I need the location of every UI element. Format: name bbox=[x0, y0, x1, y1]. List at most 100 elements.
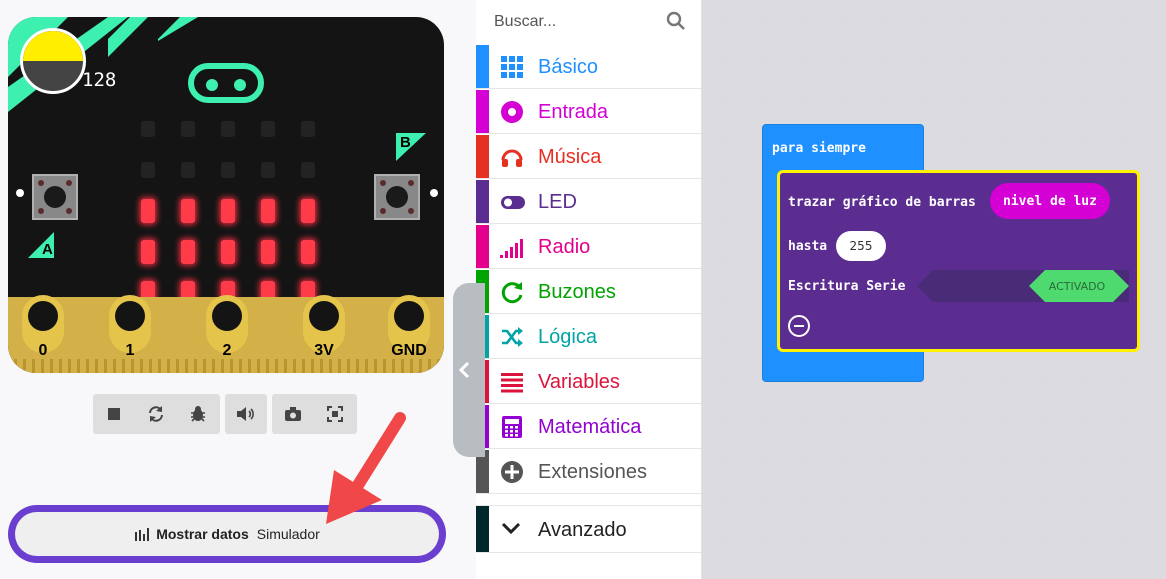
pin-label: 2 bbox=[222, 342, 232, 359]
category-stripe bbox=[476, 225, 489, 268]
category-stripe bbox=[476, 135, 489, 178]
category-logica[interactable]: Lógica bbox=[476, 315, 701, 359]
category-radio[interactable]: Radio bbox=[476, 225, 701, 269]
category-label: Música bbox=[538, 146, 602, 168]
category-buzones[interactable]: Buzones bbox=[476, 270, 701, 314]
plot-bar-graph-block[interactable]: trazar gráfico de barras nivel de luz ha… bbox=[777, 170, 1140, 352]
light-level-meter[interactable] bbox=[20, 28, 86, 94]
category-stripe bbox=[476, 506, 489, 552]
debug-icon[interactable] bbox=[177, 394, 219, 434]
edge-tooth bbox=[50, 359, 53, 373]
edge-tooth bbox=[77, 359, 80, 373]
collapse-simulator-handle[interactable] bbox=[453, 283, 485, 457]
button-b[interactable] bbox=[374, 174, 420, 220]
edge-tooth bbox=[347, 359, 350, 373]
edge-tooth bbox=[149, 359, 152, 373]
refresh-icon bbox=[500, 280, 524, 304]
led-pixel bbox=[181, 121, 195, 137]
led-pixel bbox=[141, 121, 155, 137]
edge-tooth bbox=[59, 359, 62, 373]
sound-group bbox=[225, 394, 267, 434]
led-pixel bbox=[261, 162, 275, 178]
toggle-icon bbox=[500, 190, 525, 214]
pin-label: 3V bbox=[314, 342, 334, 359]
category-stripe bbox=[476, 90, 489, 133]
edge-tooth bbox=[302, 359, 305, 373]
category-extensiones[interactable]: Extensiones bbox=[476, 450, 701, 494]
category-label: Radio bbox=[538, 236, 591, 258]
show-data-label: Mostrar datos bbox=[156, 526, 249, 542]
led-pixel bbox=[181, 199, 195, 223]
restart-icon[interactable] bbox=[135, 394, 177, 434]
pin-label: 0 bbox=[38, 342, 48, 359]
search-icon[interactable] bbox=[666, 11, 686, 31]
category-musica[interactable]: Música bbox=[476, 135, 701, 179]
serial-toggle-label: ACTIVADO bbox=[1048, 279, 1106, 293]
serial-write-label: Escritura Serie bbox=[788, 279, 906, 294]
edge-tooth bbox=[68, 359, 71, 373]
led-pixel bbox=[221, 199, 235, 223]
edge-tooth bbox=[257, 359, 260, 373]
plus-circle-icon bbox=[500, 460, 524, 484]
led-pixel bbox=[301, 240, 315, 264]
fullscreen-icon[interactable] bbox=[314, 394, 356, 434]
button-a[interactable] bbox=[32, 174, 78, 220]
edge-tooth bbox=[284, 359, 287, 373]
category-stripe bbox=[476, 180, 489, 223]
category-advanced[interactable]: Avanzado bbox=[476, 505, 701, 553]
remove-parameter-button[interactable] bbox=[788, 315, 810, 337]
led-pixel bbox=[301, 162, 315, 178]
side-dot bbox=[16, 189, 24, 197]
led-pixel bbox=[141, 162, 155, 178]
category-variables[interactable]: Variables bbox=[476, 360, 701, 404]
category-label: Lógica bbox=[538, 326, 597, 348]
forever-label: para siempre bbox=[772, 141, 866, 156]
button-a-label: A bbox=[28, 232, 58, 265]
led-pixel bbox=[221, 240, 235, 264]
logo-touch-icon[interactable] bbox=[188, 63, 264, 103]
edge-tooth bbox=[365, 359, 368, 373]
headphones-icon bbox=[500, 145, 524, 169]
serial-write-toggle[interactable]: ACTIVADO bbox=[917, 270, 1129, 302]
edge-tooth bbox=[356, 359, 359, 373]
edge-tooth bbox=[320, 359, 323, 373]
microbit-board: 128 A B 0 1 2 3V GND bbox=[8, 17, 444, 373]
search-input[interactable] bbox=[492, 8, 656, 36]
edge-tooth bbox=[248, 359, 251, 373]
stop-icon[interactable] bbox=[93, 394, 135, 434]
edge-tooth bbox=[437, 359, 440, 373]
edge-tooth bbox=[167, 359, 170, 373]
toolbox-search bbox=[476, 0, 701, 44]
edge-tooth bbox=[14, 359, 17, 373]
shuffle-icon bbox=[500, 325, 524, 349]
light-level-value: 128 bbox=[82, 69, 117, 91]
led-pixel bbox=[261, 199, 275, 223]
edge-tooth bbox=[266, 359, 269, 373]
category-basico[interactable]: Básico bbox=[476, 45, 701, 89]
edge-tooth bbox=[401, 359, 404, 373]
category-matematica[interactable]: Matemática bbox=[476, 405, 701, 449]
category-entrada[interactable]: Entrada bbox=[476, 90, 701, 134]
edge-tooth bbox=[311, 359, 314, 373]
sound-icon[interactable] bbox=[225, 394, 267, 434]
show-data-source: Simulador bbox=[256, 526, 320, 542]
category-label: Variables bbox=[538, 371, 620, 393]
screenshot-icon[interactable] bbox=[272, 394, 314, 434]
edge-tooth bbox=[329, 359, 332, 373]
edge-tooth bbox=[212, 359, 215, 373]
category-led[interactable]: LED bbox=[476, 180, 701, 224]
bar-chart-icon bbox=[135, 527, 150, 541]
edge-tooth bbox=[104, 359, 107, 373]
edge-tooth bbox=[374, 359, 377, 373]
show-data-simulator-button[interactable]: Mostrar datos Simulador bbox=[8, 505, 446, 563]
light-level-reporter[interactable]: nivel de luz bbox=[990, 183, 1110, 219]
led-pixel bbox=[181, 162, 195, 178]
edge-tooth bbox=[113, 359, 116, 373]
up-to-value-input[interactable]: 255 bbox=[836, 231, 886, 261]
edge-tooth bbox=[275, 359, 278, 373]
calculator-icon bbox=[500, 415, 524, 439]
edge-tooth bbox=[392, 359, 395, 373]
plot-label: trazar gráfico de barras bbox=[788, 195, 976, 210]
edge-tooth bbox=[221, 359, 224, 373]
category-label: Entrada bbox=[538, 101, 609, 123]
